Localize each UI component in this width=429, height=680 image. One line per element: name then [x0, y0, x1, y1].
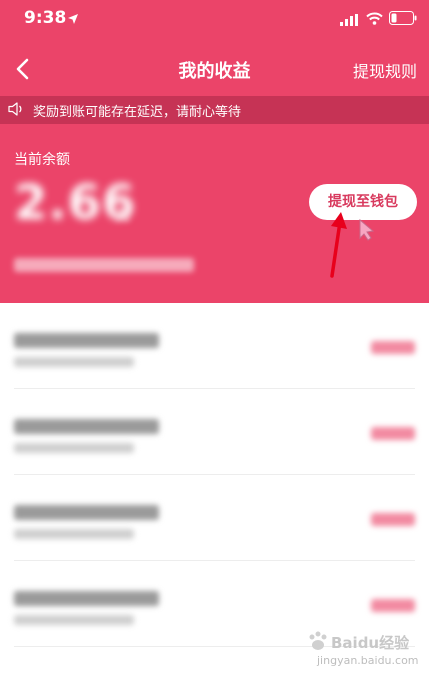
location-arrow-icon [67, 10, 79, 29]
balance-detail-link[interactable] [14, 258, 194, 272]
transaction-date [14, 357, 134, 367]
list-item[interactable] [0, 389, 429, 475]
watermark-brand: Baidu经验 [331, 634, 410, 652]
transaction-title [14, 419, 159, 434]
battery-icon [389, 10, 417, 29]
balance-label: 当前余额 [14, 152, 70, 168]
transaction-title [14, 333, 159, 348]
watermark: Baidu经验 jingyan.baidu.com [305, 626, 419, 672]
watermark-url: jingyan.baidu.com [317, 654, 419, 667]
transaction-amount [371, 513, 415, 526]
nav-bar: 我的收益 提现规则 [0, 44, 429, 94]
notice-bar: 奖励到账可能存在延迟，请耐心等待 [0, 96, 429, 124]
list-item[interactable] [0, 303, 429, 389]
notice-text: 奖励到账可能存在延迟，请耐心等待 [33, 105, 242, 120]
transaction-amount [371, 599, 415, 612]
transaction-amount [371, 427, 415, 440]
transaction-date [14, 443, 134, 453]
transaction-title [14, 591, 159, 606]
balance-header: 9:38 我的收益 提现规则 奖励到账可能存在延迟，请耐心等待 当前余额 2.6… [0, 0, 429, 303]
balance-unit: 元 [116, 208, 130, 224]
transaction-date [14, 615, 134, 625]
transaction-date [14, 529, 134, 539]
annotation-arrow-icon [330, 212, 375, 278]
transaction-list [0, 303, 429, 647]
status-time: 9:38 [24, 8, 67, 28]
paw-icon [309, 631, 327, 650]
cellular-signal-icon [340, 11, 358, 30]
transaction-title [14, 505, 159, 520]
list-item[interactable] [0, 475, 429, 561]
status-bar: 9:38 [0, 0, 429, 38]
wifi-icon [366, 10, 383, 29]
speaker-icon [8, 101, 26, 121]
withdraw-rules-link[interactable]: 提现规则 [353, 58, 417, 82]
transaction-amount [371, 341, 415, 354]
